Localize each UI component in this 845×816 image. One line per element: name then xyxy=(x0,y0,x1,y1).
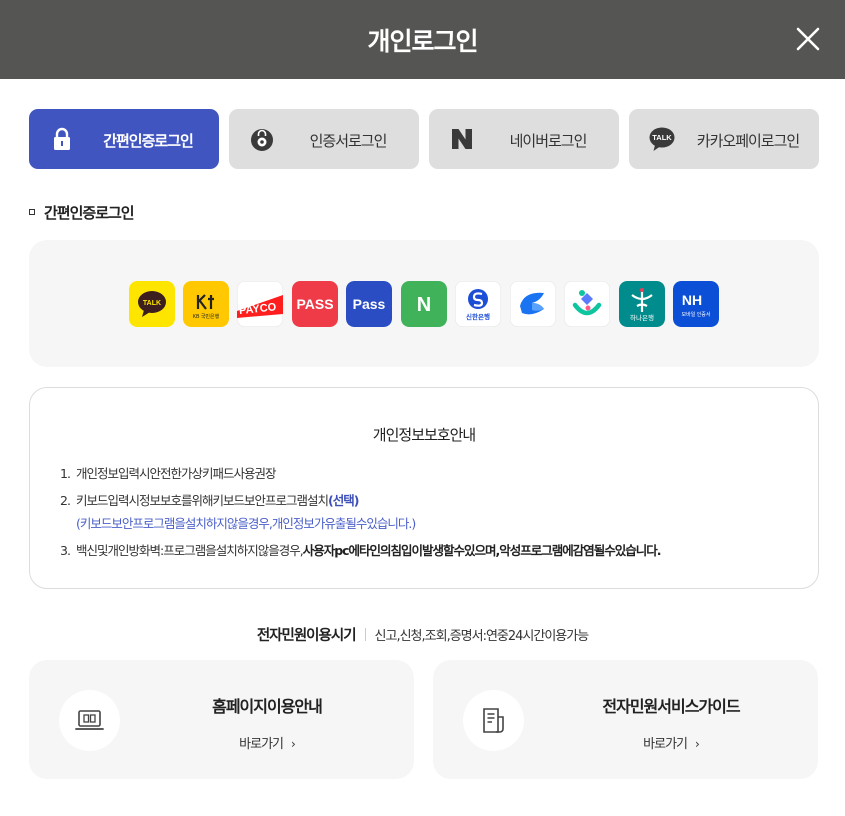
close-icon xyxy=(796,27,820,51)
payco-icon: PAYCO xyxy=(237,281,283,327)
provider-pass-blue[interactable]: Pass xyxy=(346,281,392,327)
card-title: 전자민원서비스가이드 xyxy=(602,697,740,716)
naver-icon xyxy=(452,129,472,149)
privacy-item-3: 3. 백신및개인방화벽:프로그램을설치하지않을경우,사용자pc에타인의침입이발생할… xyxy=(60,543,662,558)
svg-text:Pass: Pass xyxy=(353,296,386,312)
provider-naver[interactable]: N xyxy=(401,281,447,327)
svg-text:KB 국민은행: KB 국민은행 xyxy=(193,313,220,320)
privacy-title: 개인정보보호안내 xyxy=(372,426,476,444)
login-tabs: 간편인증로그인 인증서로그인 네이버로그인 TALK 카카오페이로그인 xyxy=(29,109,819,169)
tab-label: 네이버로그인 xyxy=(509,132,588,150)
kakao-talk-icon: TALK xyxy=(129,281,175,327)
provider-pass-red[interactable]: PASS xyxy=(292,281,338,327)
shinhan-bank-icon: 신한은행 xyxy=(455,281,501,327)
hana-bank-icon: 하나은행 xyxy=(619,281,665,327)
card-title: 홈페이지이용안내 xyxy=(212,697,323,716)
service-hours-desc: 신고,신청,조회,증명서:연중24시간이용가능 xyxy=(374,629,590,644)
tab-label: 간편인증로그인 xyxy=(103,132,194,150)
privacy-item-1: 1. 개인정보입력시안전한가상키패드사용권장 xyxy=(60,466,277,481)
tab-label: 카카오페이로그인 xyxy=(696,132,800,150)
lock-icon xyxy=(54,127,70,150)
provider-nh-cert[interactable]: NH 모바일 인증서 xyxy=(673,281,719,327)
privacy-item-2-note: (키보드보안프로그램을설치하지않을경우,개인정보가유출될수있습니다.) xyxy=(76,516,416,531)
tab-label: 인증서로그인 xyxy=(309,132,388,150)
tab-naver-login[interactable]: 네이버로그인 xyxy=(429,109,619,169)
bank-salad-icon xyxy=(564,281,610,327)
certificate-icon xyxy=(251,129,273,151)
close-button[interactable] xyxy=(795,26,821,52)
svg-text:TALK: TALK xyxy=(652,133,672,142)
svg-text:TALK: TALK xyxy=(143,300,161,307)
privacy-notice: 개인정보보호안내 1. 개인정보입력시안전한가상키패드사용권장 2. 키보드입력시정… xyxy=(29,387,819,589)
pass-red-icon: PASS xyxy=(292,281,338,327)
go-link[interactable]: 바로가기 › xyxy=(524,733,818,752)
provider-list: TALK KB 국민은행 PAYCO PASS Pass N 신한은행 하나은행… xyxy=(29,240,819,367)
provider-payco[interactable]: PAYCO xyxy=(237,281,283,327)
service-hours-label: 전자민원이용시기 xyxy=(256,628,357,644)
svg-text:PASS: PASS xyxy=(296,296,333,312)
section-title: 간편인증로그인 xyxy=(29,202,135,223)
provider-bank-salad[interactable] xyxy=(564,281,610,327)
provider-kakao[interactable]: TALK xyxy=(129,281,175,327)
svg-text:NH: NH xyxy=(682,292,702,308)
tab-kakaopay-login[interactable]: TALK 카카오페이로그인 xyxy=(629,109,819,169)
homepage-guide-card[interactable]: 홈페이지이용안내 바로가기 › xyxy=(29,660,414,779)
naver-cert-icon: N xyxy=(401,281,447,327)
divider xyxy=(364,628,366,641)
svg-text:N: N xyxy=(417,294,431,316)
kb-bank-icon: KB 국민은행 xyxy=(183,281,229,327)
svg-text:신한은행: 신한은행 xyxy=(466,312,490,321)
laptop-icon xyxy=(75,710,104,730)
tab-simple-auth-login[interactable]: 간편인증로그인 xyxy=(29,109,219,169)
provider-toss[interactable] xyxy=(510,281,556,327)
page-title: 개인로그인 xyxy=(367,27,478,56)
toss-icon xyxy=(510,281,556,327)
chevron-right-icon: › xyxy=(695,737,700,751)
service-hours: 전자민원이용시기 신고,신청,조회,증명서:연중24시간이용가능 xyxy=(0,624,845,645)
tab-certificate-login[interactable]: 인증서로그인 xyxy=(229,109,419,169)
provider-kb-bank[interactable]: KB 국민은행 xyxy=(183,281,229,327)
document-guide-icon xyxy=(483,708,504,733)
service-guide-card[interactable]: 전자민원서비스가이드 바로가기 › xyxy=(433,660,818,779)
provider-shinhan-bank[interactable]: 신한은행 xyxy=(455,281,501,327)
kakaotalk-icon: TALK xyxy=(649,127,675,151)
svg-text:하나은행: 하나은행 xyxy=(630,313,654,322)
privacy-item-2: 2. 키보드입력시정보보호를위해키보드보안프로그램설치(선택) xyxy=(60,493,359,508)
go-link[interactable]: 바로가기 › xyxy=(120,733,414,752)
pass-blue-icon: Pass xyxy=(346,281,392,327)
chevron-right-icon: › xyxy=(291,737,296,751)
square-bullet-icon xyxy=(29,209,35,215)
modal-header: 개인로그인 xyxy=(0,0,845,79)
nh-cert-icon: NH 모바일 인증서 xyxy=(673,281,719,327)
svg-text:모바일 인증서: 모바일 인증서 xyxy=(682,311,711,318)
provider-hana-bank[interactable]: 하나은행 xyxy=(619,281,665,327)
